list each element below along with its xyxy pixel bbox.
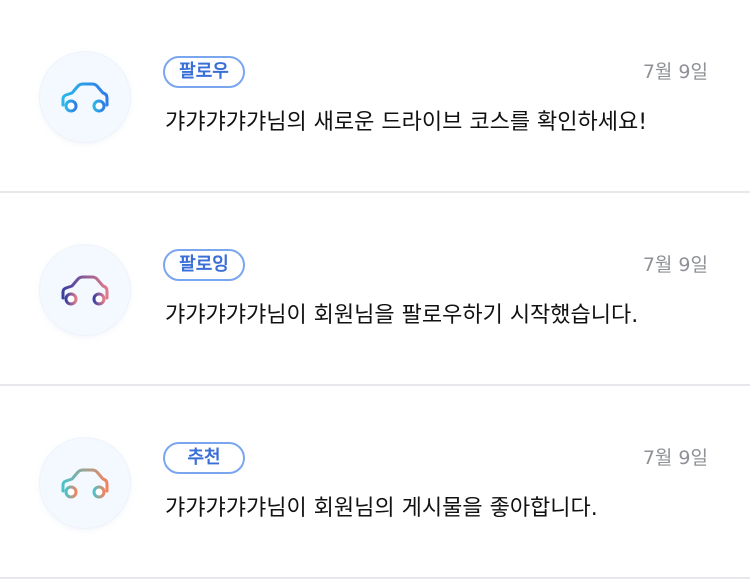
notification-item[interactable]: 팔로우 7월 9일 갸갸갸갸갸님의 새로운 드라이브 코스를 확인하세요!: [0, 0, 750, 193]
category-badge: 팔로우: [163, 56, 245, 88]
category-badge: 추천: [163, 442, 245, 474]
category-badge: 팔로잉: [163, 249, 245, 281]
avatar: [40, 52, 130, 142]
avatar: [40, 438, 130, 528]
notification-message: 갸갸갸갸갸님이 회원님의 게시물을 좋아합니다.: [165, 496, 598, 521]
notification-message: 갸갸갸갸갸님이 회원님을 팔로우하기 시작했습니다.: [165, 303, 639, 328]
notification-date: 7월 9일: [642, 254, 708, 276]
avatar: [40, 245, 130, 335]
car-icon: [61, 82, 109, 113]
car-icon: [61, 468, 109, 499]
car-icon: [61, 275, 109, 306]
notification-date: 7월 9일: [642, 447, 708, 469]
notification-date: 7월 9일: [642, 61, 708, 83]
notification-item[interactable]: 추천 7월 9일 갸갸갸갸갸님이 회원님의 게시물을 좋아합니다.: [0, 386, 750, 579]
notification-item[interactable]: 팔로잉 7월 9일 갸갸갸갸갸님이 회원님을 팔로우하기 시작했습니다.: [0, 193, 750, 386]
notification-list: 팔로우 7월 9일 갸갸갸갸갸님의 새로운 드라이브 코스를 확인하세요! 팔로…: [0, 0, 750, 583]
notification-message: 갸갸갸갸갸님의 새로운 드라이브 코스를 확인하세요!: [165, 110, 648, 135]
